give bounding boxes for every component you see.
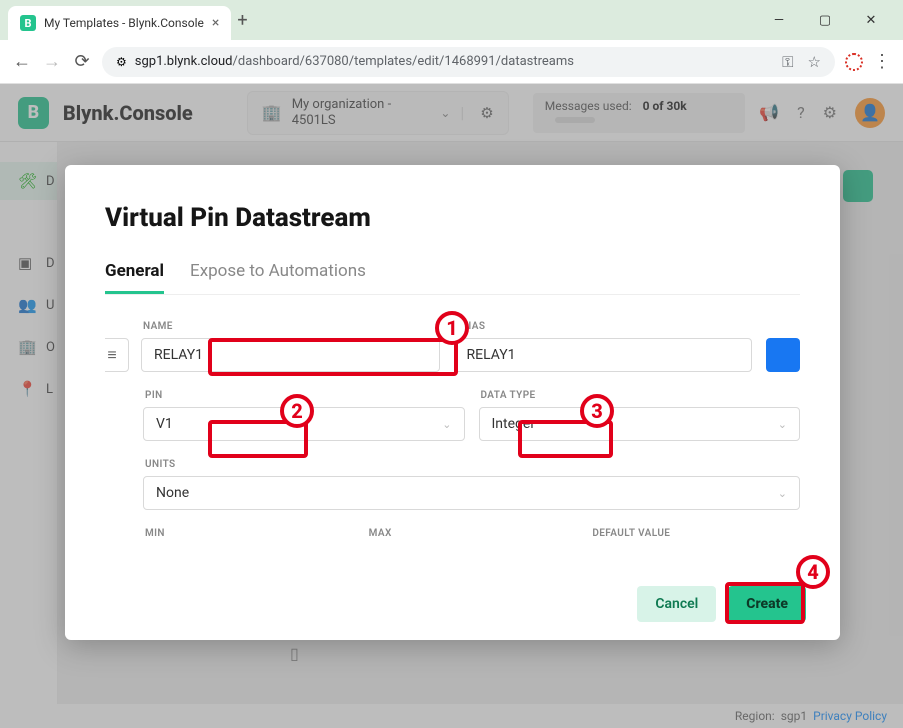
close-window-icon[interactable]: ✕ bbox=[857, 13, 885, 28]
cancel-button[interactable]: Cancel bbox=[637, 586, 716, 622]
forward-icon[interactable]: → bbox=[42, 51, 62, 72]
maximize-icon[interactable]: ▢ bbox=[811, 13, 839, 28]
window-controls: — ▢ ✕ bbox=[765, 13, 895, 28]
chevron-down-icon: ⌄ bbox=[778, 418, 787, 431]
site-info-icon[interactable]: ⚙ bbox=[116, 55, 127, 69]
data-type-label: DATA TYPE bbox=[479, 390, 801, 401]
extension-icon[interactable] bbox=[845, 53, 863, 71]
reload-icon[interactable]: ⟳ bbox=[72, 51, 92, 72]
data-type-select[interactable]: Integer ⌄ bbox=[479, 407, 801, 441]
units-label: UNITS bbox=[143, 459, 800, 470]
url-path: /dashboard/637080/templates/edit/1468991… bbox=[233, 54, 574, 69]
max-label: MAX bbox=[367, 528, 577, 539]
default-label: DEFAULT VALUE bbox=[590, 528, 800, 539]
url-host: sgp1.blynk.cloud bbox=[135, 54, 233, 69]
annotation-number-4: 4 bbox=[796, 555, 830, 589]
minimize-icon[interactable]: — bbox=[765, 13, 793, 28]
chevron-down-icon: ⌄ bbox=[778, 487, 787, 500]
pin-value: V1 bbox=[156, 416, 173, 432]
min-label: MIN bbox=[143, 528, 353, 539]
icon-picker-button[interactable]: ≡ bbox=[105, 338, 129, 372]
close-icon[interactable]: × bbox=[212, 15, 219, 31]
star-icon[interactable]: ☆ bbox=[808, 53, 821, 71]
browser-toolbar: ← → ⟳ ⚙ sgp1.blynk.cloud/dashboard/63708… bbox=[0, 40, 903, 84]
annotation-number-2: 2 bbox=[280, 394, 314, 428]
annotation-number-1: 1 bbox=[435, 311, 469, 345]
chevron-down-icon: ⌄ bbox=[442, 418, 451, 431]
browser-tab[interactable]: B My Templates - Blynk.Console × bbox=[8, 6, 231, 40]
annotation-number-3: 3 bbox=[580, 394, 614, 428]
chrome-menu-icon[interactable]: ⋮ bbox=[873, 51, 891, 72]
new-tab-button[interactable]: + bbox=[237, 10, 247, 31]
address-bar[interactable]: ⚙ sgp1.blynk.cloud/dashboard/637080/temp… bbox=[102, 47, 835, 77]
favicon-icon: B bbox=[20, 15, 36, 31]
color-swatch[interactable] bbox=[766, 338, 800, 372]
alias-label: ALIAS bbox=[454, 321, 753, 332]
units-select[interactable]: None ⌄ bbox=[143, 476, 800, 510]
modal-body: ≡ NAME ALIAS PIN V1 ⌄ bbox=[105, 321, 800, 571]
key-icon[interactable]: ⚿ bbox=[782, 53, 793, 71]
name-input[interactable] bbox=[141, 338, 440, 372]
tab-expose[interactable]: Expose to Automations bbox=[190, 261, 366, 294]
modal-tabs: General Expose to Automations bbox=[105, 261, 800, 295]
tab-general[interactable]: General bbox=[105, 261, 164, 294]
data-type-value: Integer bbox=[492, 416, 536, 432]
alias-input[interactable] bbox=[454, 338, 753, 372]
create-button[interactable]: Create bbox=[728, 586, 806, 622]
tab-title: My Templates - Blynk.Console bbox=[44, 16, 204, 30]
modal-footer: Cancel Create bbox=[637, 586, 806, 622]
units-value: None bbox=[156, 485, 189, 501]
datastream-modal: Virtual Pin Datastream General Expose to… bbox=[65, 165, 840, 640]
back-icon[interactable]: ← bbox=[12, 51, 32, 72]
modal-title: Virtual Pin Datastream bbox=[105, 203, 800, 233]
name-label: NAME bbox=[141, 321, 440, 332]
browser-tab-strip: B My Templates - Blynk.Console × + — ▢ ✕ bbox=[0, 0, 903, 40]
